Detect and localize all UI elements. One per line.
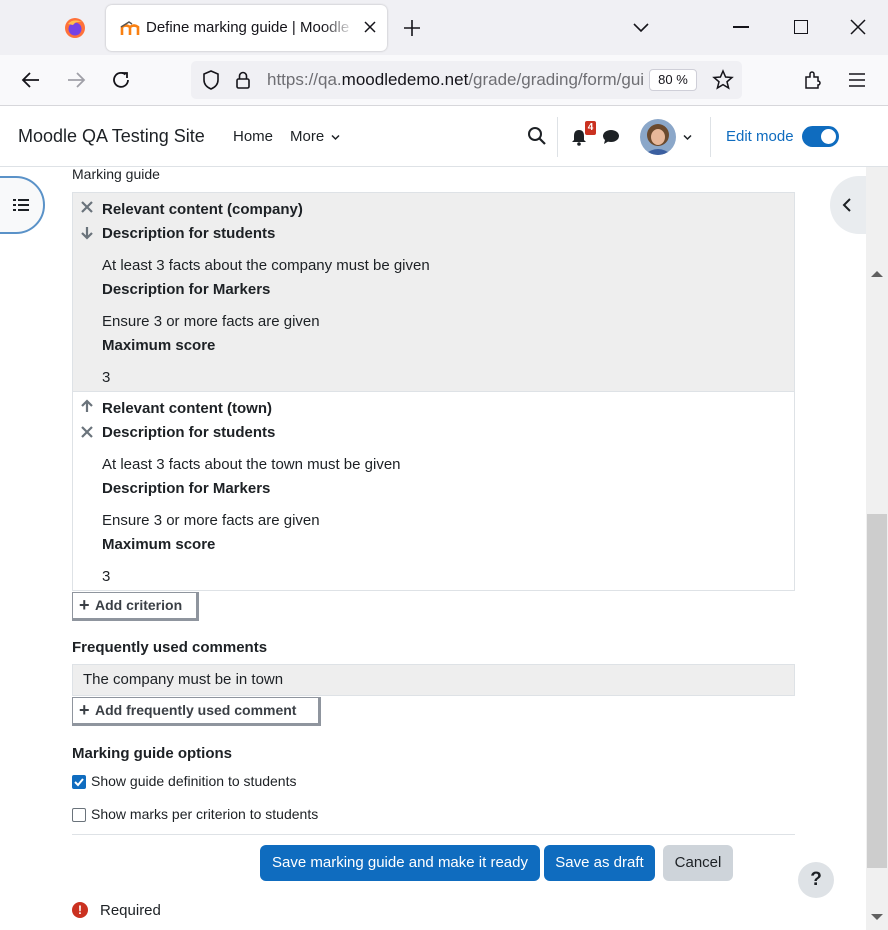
header-separator <box>557 117 558 157</box>
save-as-draft-button[interactable]: Save as draft <box>544 845 655 881</box>
markers-heading: Description for Markers <box>102 281 271 298</box>
app-menu-icon[interactable] <box>845 68 869 92</box>
plus-icon: + <box>79 595 90 615</box>
add-criterion-label: Add criterion <box>95 597 183 613</box>
move-down-icon[interactable] <box>80 226 94 240</box>
criterion-name: Relevant content (town) <box>102 400 273 417</box>
delete-criterion-icon[interactable] <box>80 200 94 214</box>
course-index-drawer-toggle[interactable] <box>0 176 45 234</box>
required-label: Required <box>100 902 161 919</box>
criterion-row: Relevant content (company) Description f… <box>72 192 795 392</box>
firefox-icon <box>65 18 85 38</box>
search-icon[interactable] <box>527 126 547 146</box>
moodle-navbar: Moodle QA Testing Site Home More 4 Edit … <box>0 107 888 167</box>
required-icon: ! <box>72 902 88 918</box>
students-description: At least 3 facts about the town must be … <box>102 456 401 473</box>
show-marks-label: Show marks per criterion to students <box>91 806 319 822</box>
scrollbar-thumb[interactable] <box>867 514 887 868</box>
scroll-up-icon[interactable] <box>871 271 883 277</box>
help-button[interactable]: ? <box>798 862 834 898</box>
url-bar[interactable]: https://qa.moodledemo.net/grade/grading/… <box>191 61 742 99</box>
messages-icon[interactable] <box>602 129 620 145</box>
frequent-comment-item[interactable]: The company must be in town <box>72 664 795 696</box>
window-close-icon[interactable] <box>850 19 866 35</box>
extensions-icon[interactable] <box>801 68 825 92</box>
add-frequent-comment-label: Add frequently used comment <box>95 702 297 718</box>
form-divider <box>72 834 795 835</box>
marking-guide-label: Marking guide <box>72 166 160 182</box>
tab-title: Define marking guide | Moodle QA Testing… <box>146 19 354 36</box>
window-minimize-icon[interactable] <box>733 26 749 28</box>
block-drawer-toggle[interactable] <box>830 176 870 234</box>
criterion-row: Relevant content (town) Description for … <box>72 391 795 591</box>
notification-count-badge: 4 <box>585 121 596 135</box>
chevron-left-icon <box>842 198 851 212</box>
cancel-button[interactable]: Cancel <box>663 845 733 881</box>
browser-tab-active[interactable]: Define marking guide | Moodle QA Testing… <box>106 5 387 51</box>
students-heading: Description for students <box>102 424 276 441</box>
user-menu-chevron-icon[interactable] <box>683 134 692 141</box>
forward-arrow-icon[interactable] <box>64 68 88 92</box>
reload-icon[interactable] <box>109 68 133 92</box>
add-criterion-button[interactable]: + Add criterion <box>72 592 199 621</box>
url-text[interactable]: https://qa.moodledemo.net/grade/grading/… <box>267 70 643 90</box>
shield-icon[interactable] <box>199 68 223 92</box>
delete-criterion-icon[interactable] <box>80 425 94 439</box>
add-frequent-comment-button[interactable]: + Add frequently used comment <box>72 697 321 726</box>
students-heading: Description for students <box>102 225 276 242</box>
markers-description: Ensure 3 or more facts are given <box>102 313 320 330</box>
show-definition-checkbox[interactable] <box>72 775 86 789</box>
nav-home[interactable]: Home <box>233 128 273 145</box>
move-up-icon[interactable] <box>80 399 94 413</box>
nav-more[interactable]: More <box>290 128 340 145</box>
moodle-favicon-icon <box>120 21 140 35</box>
show-definition-label: Show guide definition to students <box>91 773 297 789</box>
list-all-tabs-icon[interactable] <box>630 16 652 38</box>
show-marks-checkbox[interactable] <box>72 808 86 822</box>
avatar[interactable] <box>640 119 676 155</box>
max-score-value: 3 <box>102 568 111 585</box>
scroll-down-icon[interactable] <box>871 914 883 920</box>
plus-icon: + <box>79 700 90 720</box>
max-score-heading: Maximum score <box>102 337 216 354</box>
new-tab-icon[interactable] <box>400 16 424 40</box>
markers-description: Ensure 3 or more facts are given <box>102 512 320 529</box>
lock-icon[interactable] <box>231 68 255 92</box>
site-name[interactable]: Moodle QA Testing Site <box>18 126 205 147</box>
options-heading: Marking guide options <box>72 745 232 762</box>
edit-mode-toggle[interactable] <box>802 126 839 147</box>
chevron-down-icon <box>331 134 340 140</box>
save-and-make-ready-button[interactable]: Save marking guide and make it ready <box>260 845 540 881</box>
browser-toolbar: https://qa.moodledemo.net/grade/grading/… <box>0 55 888 106</box>
list-icon <box>13 199 29 211</box>
zoom-indicator[interactable]: 80 % <box>649 69 697 91</box>
header-separator <box>710 117 711 157</box>
students-description: At least 3 facts about the company must … <box>102 257 430 274</box>
checkmark-icon <box>74 778 84 787</box>
user-photo-icon <box>640 119 676 155</box>
criterion-name: Relevant content (company) <box>102 201 303 218</box>
bookmark-star-icon[interactable] <box>711 68 735 92</box>
browser-tab-bar: Define marking guide | Moodle QA Testing… <box>0 0 888 55</box>
comments-heading: Frequently used comments <box>72 639 268 656</box>
back-arrow-icon[interactable] <box>19 68 43 92</box>
max-score-heading: Maximum score <box>102 536 216 553</box>
edit-mode-label: Edit mode <box>726 128 794 145</box>
markers-heading: Description for Markers <box>102 480 271 497</box>
nav-more-label: More <box>290 128 325 145</box>
window-maximize-icon[interactable] <box>794 20 808 34</box>
max-score-value: 3 <box>102 369 111 386</box>
tab-close-icon[interactable] <box>360 17 380 37</box>
